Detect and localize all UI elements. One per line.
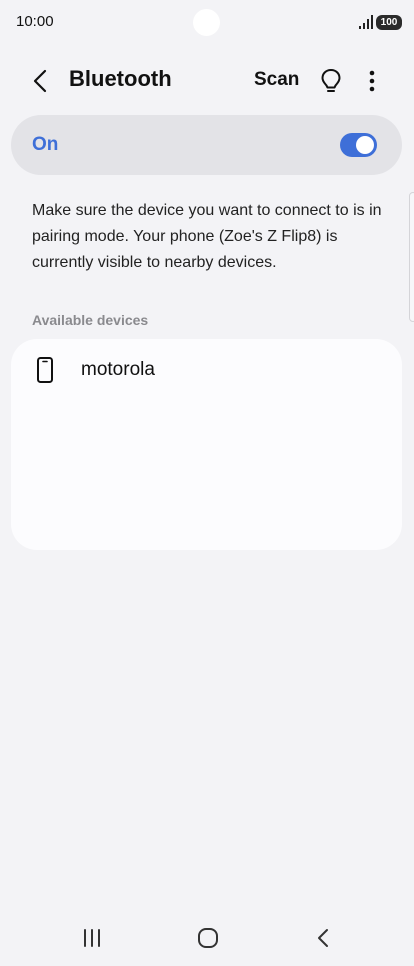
recents-icon[interactable]: [80, 926, 104, 950]
signal-icon: [359, 15, 373, 29]
available-devices-list: motorola: [11, 339, 402, 550]
available-devices-header: Available devices: [32, 312, 149, 328]
toggle-label: On: [32, 134, 59, 155]
status-time: 10:00: [16, 13, 54, 30]
switch-knob: [356, 136, 374, 154]
device-name: motorola: [81, 359, 155, 380]
navigation-bar: [0, 912, 414, 962]
scrollbar[interactable]: [409, 192, 414, 322]
status-bar: 10:00 100: [0, 0, 414, 44]
bluetooth-switch[interactable]: [340, 133, 377, 157]
app-bar: Bluetooth Scan: [0, 56, 414, 106]
page-title: Bluetooth: [69, 66, 172, 91]
phone-icon: [37, 357, 53, 383]
pairing-description: Make sure the device you want to connect…: [32, 202, 382, 271]
home-icon[interactable]: [196, 926, 220, 950]
lightbulb-icon[interactable]: [320, 68, 342, 94]
battery-icon: 100: [376, 15, 402, 30]
bluetooth-toggle-row[interactable]: On: [11, 115, 402, 175]
camera-cutout: [193, 9, 220, 36]
back-arrow-icon[interactable]: [28, 68, 54, 94]
more-vertical-icon[interactable]: [362, 68, 382, 94]
device-item-motorola[interactable]: motorola: [11, 339, 402, 401]
back-icon[interactable]: [312, 926, 336, 950]
scan-button[interactable]: Scan: [254, 69, 299, 91]
